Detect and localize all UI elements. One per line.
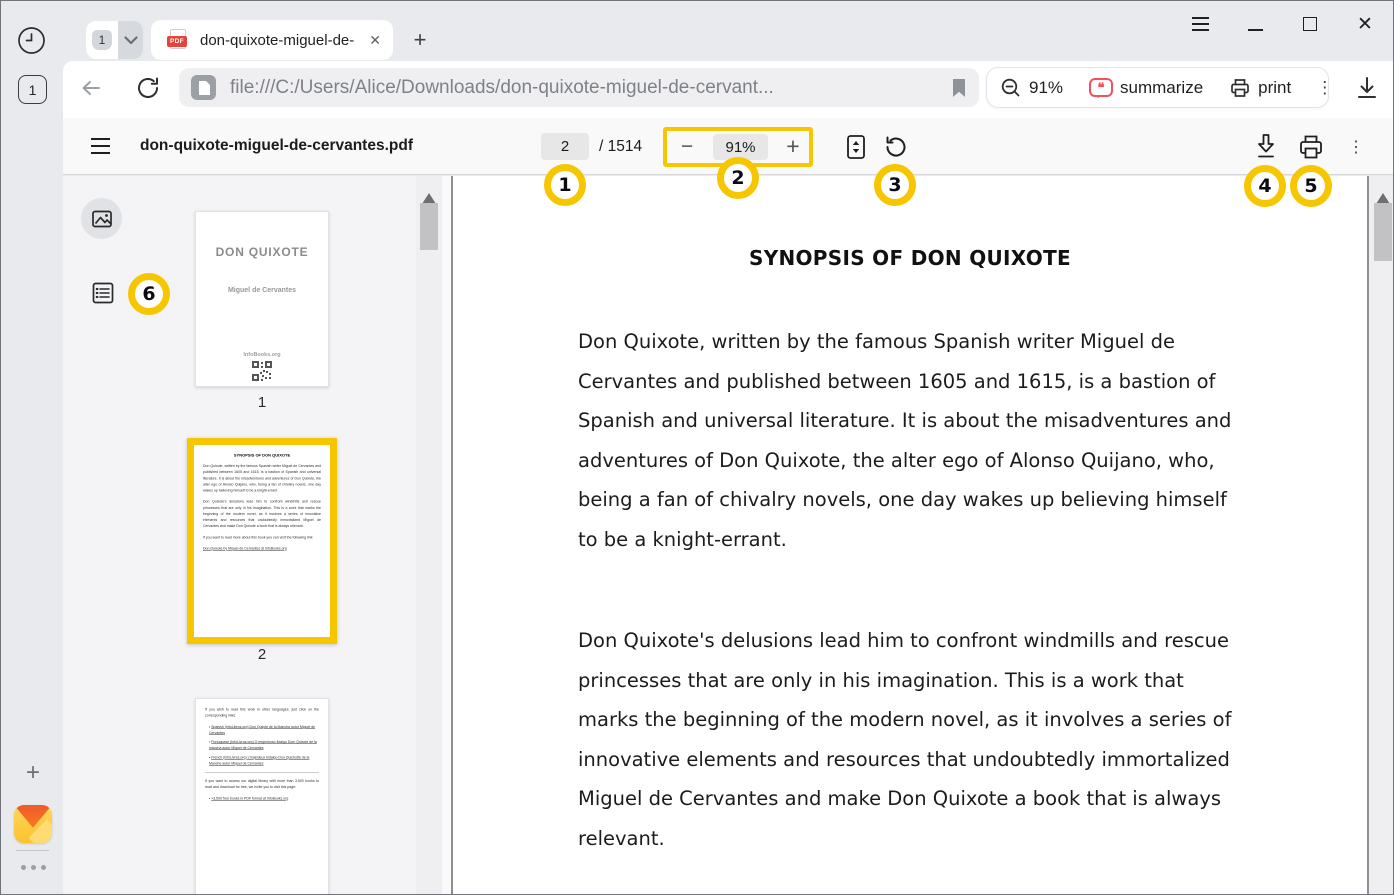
annotation-step-1: 1 [544,164,586,206]
printer-icon [1229,77,1251,99]
thumb3-final-bullet: • +3,500 free books in PDF format at Inf… [205,796,319,802]
sidebar-scrollbar[interactable] [416,176,442,895]
tab-group-count: 1 [92,30,112,50]
qr-code [251,360,273,382]
pdf-sidebar: DON QUIXOTE Miguel de Cervantes InfoBook… [63,176,451,895]
page-zoom-button[interactable]: 91% [987,68,1076,107]
thumb2-para1: Don Quixote, written by the famous Spani… [203,464,321,495]
thumbnails-view-icon[interactable] [81,198,122,239]
sidebar-scroll-up-icon[interactable] [422,186,436,204]
thumb2-link: Don Quixote by Miguel de Cervantes at In… [203,546,321,552]
back-icon[interactable] [77,74,105,102]
main-scroll-up-icon[interactable] [1376,186,1390,204]
window-maximize-button[interactable] [1297,11,1323,37]
sidebar-scrollbar-thumb[interactable] [420,203,438,250]
fit-to-page-icon[interactable] [843,133,869,161]
history-icon[interactable] [17,26,46,55]
main-scrollbar-thumb[interactable] [1374,203,1392,261]
page-actions-pill: 91% ❝ summarize print ⋮ [986,67,1329,108]
pdf-download-icon[interactable] [1253,132,1279,162]
thumb2-para2: Don Quixote's delusions lead him to conf… [203,499,321,530]
window-minimize-button[interactable] [1242,11,1268,37]
tab-group-expand[interactable] [118,21,143,59]
thumb3-divider [205,772,319,773]
thumb3-intro: If you wish to read this work in other l… [205,707,319,719]
outline-view-icon[interactable] [90,280,116,306]
thumb2-para3: If you want to read more about this book… [203,535,321,541]
thumbnail-2-label: 2 [195,646,329,663]
address-bar[interactable]: file:///C:/Users/Alice/Downloads/don-qui… [179,68,979,107]
annotation-step-2: 2 [717,157,759,199]
annotation-step-5: 5 [1290,165,1332,207]
reload-icon[interactable] [134,74,162,102]
page-count: / 1514 [599,138,642,156]
rotate-icon[interactable] [883,134,909,160]
zoom-out-icon [1000,77,1022,99]
close-tab-icon[interactable]: ✕ [369,32,381,49]
bookmark-icon[interactable] [951,78,967,98]
page-file-icon[interactable] [191,75,216,100]
print-button[interactable]: print [1216,68,1304,107]
document-paragraph: Don Quixote, written by the famous Spani… [578,322,1242,559]
tab-group-button[interactable]: 1 [86,21,143,59]
browser-window: 1 + 1 PDF don-quixote-miguel-de- ✕ + ✕ [0,0,1394,895]
window-menu-icon[interactable] [1187,11,1213,37]
annotation-step-3: 3 [874,164,916,206]
thumb3-bullet: • Portuguese (InfoLivros.org) O engenhos… [205,740,319,752]
browser-left-rail: 1 + [1,1,63,894]
rail-more-button[interactable] [15,865,51,870]
pdf-more-icon[interactable]: ⋮ [1347,133,1365,161]
page-zoom-value: 91% [1029,78,1063,98]
thumbnail-1-label: 1 [195,394,329,411]
thumb3-bullet: • Spanish (InfoLibros.org) Don Quijote d… [205,724,319,736]
rail-divider [16,850,49,851]
document-title: SYNOPSIS OF DON QUIXOTE [578,246,1242,270]
new-tab-button[interactable]: + [405,25,435,55]
print-label: print [1258,78,1291,98]
tab-title: don-quixote-miguel-de- [200,32,363,49]
document-paragraph: Don Quixote's delusions lead him to conf… [578,621,1242,858]
summarize-button[interactable]: ❝ summarize [1076,68,1216,107]
mail-app-icon[interactable] [14,805,52,843]
pdf-menu-icon[interactable] [91,138,113,154]
pdf-file-icon: PDF [167,29,191,51]
thumbnail-page-2-selected[interactable]: SYNOPSIS OF DON QUIXOTE Don Quixote, wri… [187,438,337,644]
workspace-tile[interactable]: 1 [18,75,47,104]
pdf-filename: don-quixote-miguel-de-cervantes.pdf [140,137,413,155]
thumb1-source: InfoBooks.org [196,352,328,358]
summarize-icon: ❝ [1089,78,1113,97]
pdf-page-view: SYNOPSIS OF DON QUIXOTE Don Quixote, wri… [453,176,1367,895]
summarize-label: summarize [1120,78,1203,98]
thumb3-bullet: • French (InfoLivres.org) L'ingénieux hi… [205,755,319,767]
thumb1-title: DON QUIXOTE [196,245,328,259]
chevron-down-icon [124,36,138,45]
page-number-input[interactable] [541,133,589,160]
thumb3-outro: If you want to access our digital librar… [205,779,319,791]
thumb1-author: Miguel de Cervantes [196,287,328,294]
rail-add-button[interactable]: + [19,759,47,787]
tab-active[interactable]: PDF don-quixote-miguel-de- ✕ [151,20,393,60]
downloads-icon[interactable] [1353,74,1381,102]
main-scrollbar[interactable] [1367,176,1394,895]
page-actions-more-icon[interactable]: ⋮ [1304,78,1345,98]
pdf-print-icon[interactable] [1298,133,1324,161]
window-close-button[interactable]: ✕ [1352,11,1378,37]
thumbnail-page-1[interactable]: DON QUIXOTE Miguel de Cervantes InfoBook… [195,211,329,387]
annotation-step-6: 6 [128,273,170,315]
thumb2-heading: SYNOPSIS OF DON QUIXOTE [203,453,321,458]
thumbnail-page-3[interactable]: If you wish to read this work in other l… [195,698,329,895]
annotation-step-4: 4 [1244,165,1286,207]
url-text: file:///C:/Users/Alice/Downloads/don-qui… [230,77,943,99]
